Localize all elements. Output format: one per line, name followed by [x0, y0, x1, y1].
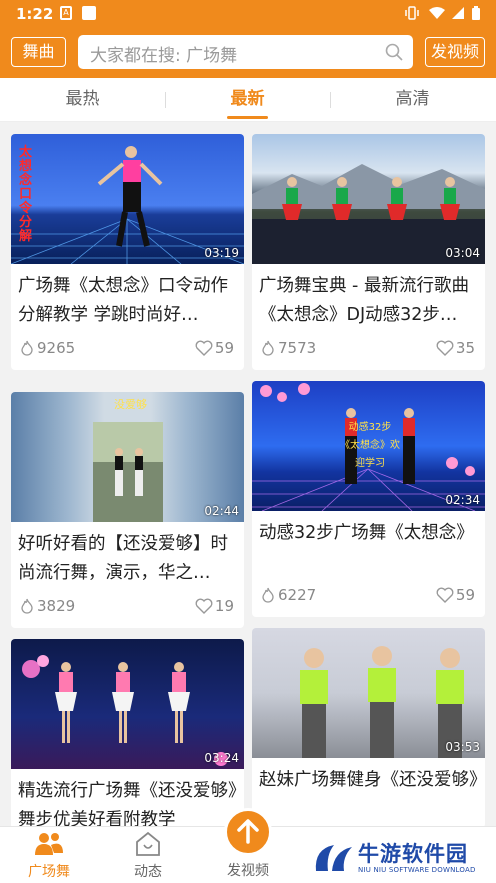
tab-label: 最新	[230, 89, 265, 109]
post-video-fab[interactable]	[224, 808, 272, 856]
video-duration: 03:53	[445, 740, 480, 754]
notification-icon: A	[60, 6, 72, 20]
video-duration: 02:44	[204, 504, 239, 518]
flame-icon	[21, 340, 33, 356]
people-icon	[35, 833, 63, 855]
video-thumbnail[interactable]: 03:53	[252, 628, 485, 758]
video-card[interactable]: 没爱够 02:44 好听好看的【还没爱够】时尚流行舞，演示，华之… 3829 1…	[11, 392, 244, 628]
watermark-logo: 牛游软件园 NIU NIU SOFTWARE DOWNLOAD	[310, 836, 496, 883]
thumbnail-art	[252, 164, 485, 264]
video-title: 精选流行广场舞《还没爱够》舞步优美好看附教学	[18, 781, 237, 829]
app-header: 1:22 A 舞曲 大家都在搜: 广场舞 发视频	[0, 0, 496, 78]
video-duration: 03:19	[204, 246, 239, 260]
like-count[interactable]: 6227	[260, 586, 316, 604]
nav-label: 广场舞	[28, 864, 70, 880]
favorite-count[interactable]: 35	[436, 339, 475, 357]
nav-label: 动态	[134, 864, 162, 880]
notification-square-icon	[82, 6, 96, 20]
video-duration: 03:04	[445, 246, 480, 260]
nav-feed[interactable]: 动态	[108, 827, 188, 883]
search-placeholder: 大家都在搜: 广场舞	[90, 46, 238, 66]
video-card[interactable]: 03:04 广场舞宝典 - 最新流行歌曲《太想念》DJ动感32步… 7573 3…	[252, 134, 485, 370]
arrow-up-icon	[237, 819, 259, 844]
like-count-value: 7573	[278, 339, 317, 357]
video-card[interactable]: 03:24 精选流行广场舞《还没爱够》舞步优美好看附教学	[11, 639, 244, 829]
video-title: 广场舞《太想念》口令动作分解教学 学跳时尚好…	[18, 276, 228, 325]
heart-icon	[195, 340, 213, 356]
dance-music-button[interactable]: 舞曲	[11, 37, 66, 67]
favorite-count[interactable]: 59	[436, 586, 475, 604]
search-icon[interactable]	[385, 43, 403, 61]
home-icon	[136, 831, 160, 856]
tab-hottest[interactable]: 最热	[0, 78, 165, 122]
tab-hd[interactable]: 高清	[330, 78, 495, 122]
flame-icon	[262, 340, 274, 356]
video-title: 广场舞宝典 - 最新流行歌曲《太想念》DJ动感32步…	[259, 276, 469, 325]
heart-icon	[436, 340, 454, 356]
tab-active-indicator	[227, 116, 268, 119]
video-card[interactable]: 动感32步《太想念》欢迎学习 02:34 动感32步广场舞《太想念》 6227 …	[252, 381, 485, 617]
like-count-value: 9265	[37, 339, 76, 357]
thumbnail-art	[300, 646, 464, 758]
flame-icon	[21, 598, 33, 614]
post-video-fab-label: 发视频	[227, 863, 269, 879]
like-count[interactable]: 7573	[260, 339, 316, 357]
watermark-title: 牛游软件园	[358, 842, 468, 866]
favorite-count-value: 35	[455, 339, 475, 357]
wifi-icon	[428, 6, 446, 24]
video-thumbnail[interactable]: 动感32步《太想念》欢迎学习 02:34	[252, 381, 485, 511]
video-duration: 03:24	[204, 751, 239, 765]
signal-icon	[451, 6, 465, 24]
thumbnail-art	[22, 655, 228, 766]
category-tabs: 最热 最新 高清	[0, 78, 496, 122]
tab-label: 最热	[65, 89, 100, 109]
thumbnail-art	[11, 146, 244, 264]
video-title: 动感32步广场舞《太想念》	[259, 523, 474, 543]
thumbnail-overlay-text: 动感32步《太想念》欢迎学习	[340, 422, 400, 469]
tab-label: 高清	[395, 89, 430, 109]
video-thumbnail[interactable]: 没爱够 02:44	[11, 392, 244, 522]
watermark-logo-icon	[315, 845, 352, 871]
heart-icon	[436, 587, 454, 603]
post-video-button[interactable]: 发视频	[425, 37, 485, 67]
tab-newest[interactable]: 最新	[165, 78, 330, 122]
status-bar: 1:22 A	[0, 0, 496, 28]
favorite-count[interactable]: 19	[195, 597, 234, 615]
like-count[interactable]: 3829	[19, 597, 75, 615]
favorite-count[interactable]: 59	[195, 339, 234, 357]
video-card[interactable]: 太想念口令分解 03:19 广场舞《太想念》口令动作分解教学 学跳时尚好… 92…	[11, 134, 244, 370]
favorite-count-value: 59	[214, 339, 234, 357]
favorite-count-value: 19	[214, 597, 234, 615]
video-duration: 02:34	[445, 493, 480, 507]
like-count-value: 3829	[37, 597, 76, 615]
video-title: 赵妹广场舞健身《还没爱够》	[259, 770, 479, 790]
nav-square-dance[interactable]: 广场舞	[9, 827, 89, 883]
thumbnail-overlay-text: 太想念口令分解	[19, 145, 33, 244]
video-thumbnail[interactable]: 03:04	[252, 134, 485, 264]
favorite-count-value: 59	[455, 586, 475, 604]
like-count-value: 6227	[278, 586, 317, 604]
flame-icon	[262, 587, 274, 603]
watermark-subtitle: NIU NIU SOFTWARE DOWNLOAD	[358, 866, 476, 874]
status-time: 1:22	[16, 5, 54, 23]
vibrate-icon	[404, 6, 420, 24]
video-card[interactable]: 03:53 赵妹广场舞健身《还没爱够》	[252, 628, 485, 828]
search-input[interactable]: 大家都在搜: 广场舞	[78, 35, 413, 69]
video-thumbnail[interactable]: 03:24	[11, 639, 244, 769]
like-count[interactable]: 9265	[19, 339, 75, 357]
heart-icon	[195, 598, 213, 614]
thumbnail-overlay-text: 没爱够	[114, 398, 147, 411]
battery-icon	[471, 6, 481, 25]
video-title: 好听好看的【还没爱够】时尚流行舞，演示，华之…	[18, 534, 228, 583]
video-thumbnail[interactable]: 太想念口令分解 03:19	[11, 134, 244, 264]
